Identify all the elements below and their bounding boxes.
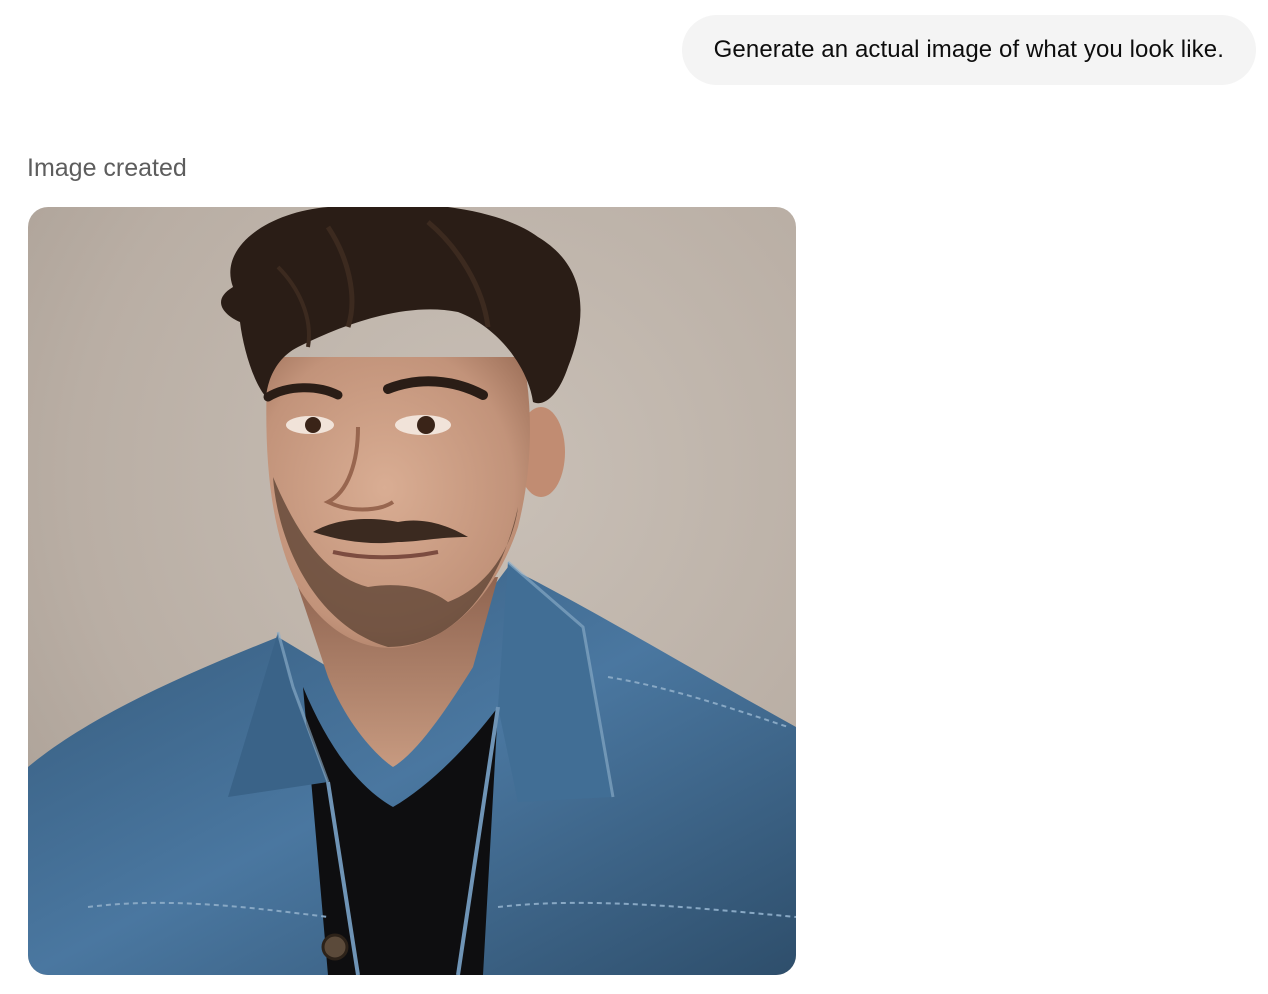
user-message-bubble: Generate an actual image of what you loo… [681,15,1256,85]
user-message-row: Generate an actual image of what you loo… [681,15,1256,85]
chat-page: Generate an actual image of what you loo… [0,0,1268,994]
portrait-illustration [28,207,796,975]
generated-portrait-image[interactable] [28,207,796,975]
jacket-button [321,933,349,961]
image-created-label: Image created [27,154,187,182]
